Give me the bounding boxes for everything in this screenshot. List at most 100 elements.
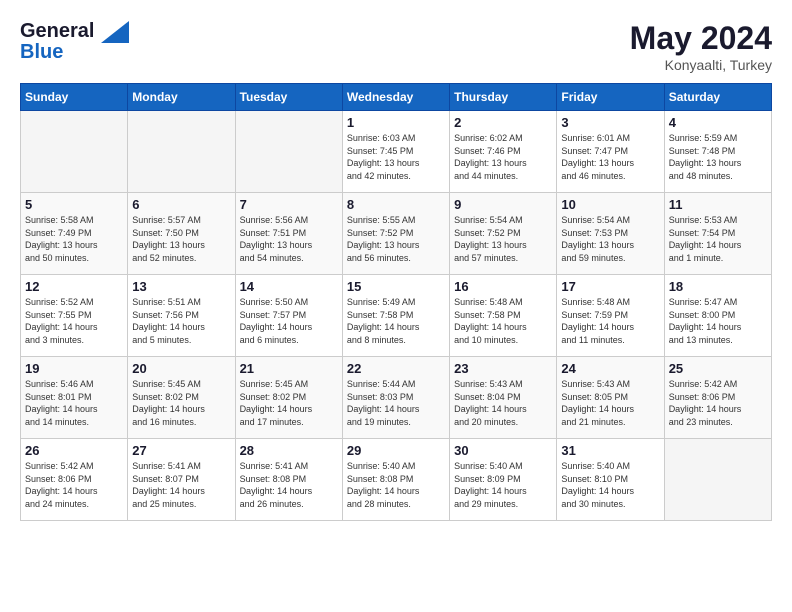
day-info: Sunrise: 5:51 AMSunset: 7:56 PMDaylight:… bbox=[132, 296, 230, 346]
day-info: Sunrise: 5:49 AMSunset: 7:58 PMDaylight:… bbox=[347, 296, 445, 346]
header-thursday: Thursday bbox=[450, 84, 557, 111]
calendar-cell bbox=[128, 111, 235, 193]
day-info: Sunrise: 6:01 AMSunset: 7:47 PMDaylight:… bbox=[561, 132, 659, 182]
day-info: Sunrise: 5:54 AMSunset: 7:53 PMDaylight:… bbox=[561, 214, 659, 264]
calendar-cell: 22 Sunrise: 5:44 AMSunset: 8:03 PMDayligh… bbox=[342, 357, 449, 439]
day-number: 13 bbox=[132, 279, 230, 294]
header-saturday: Saturday bbox=[664, 84, 771, 111]
day-info: Sunrise: 5:44 AMSunset: 8:03 PMDaylight:… bbox=[347, 378, 445, 428]
calendar-cell: 10 Sunrise: 5:54 AMSunset: 7:53 PMDayligh… bbox=[557, 193, 664, 275]
calendar-cell: 20 Sunrise: 5:45 AMSunset: 8:02 PMDayligh… bbox=[128, 357, 235, 439]
calendar-week-2: 5 Sunrise: 5:58 AMSunset: 7:49 PMDaylight… bbox=[21, 193, 772, 275]
day-info: Sunrise: 5:55 AMSunset: 7:52 PMDaylight:… bbox=[347, 214, 445, 264]
header-sunday: Sunday bbox=[21, 84, 128, 111]
day-info: Sunrise: 5:47 AMSunset: 8:00 PMDaylight:… bbox=[669, 296, 767, 346]
calendar-cell: 25 Sunrise: 5:42 AMSunset: 8:06 PMDayligh… bbox=[664, 357, 771, 439]
logo-blue: Blue bbox=[20, 41, 129, 64]
day-info: Sunrise: 5:40 AMSunset: 8:09 PMDaylight:… bbox=[454, 460, 552, 510]
day-number: 18 bbox=[669, 279, 767, 294]
day-number: 6 bbox=[132, 197, 230, 212]
day-number: 10 bbox=[561, 197, 659, 212]
day-info: Sunrise: 5:40 AMSunset: 8:10 PMDaylight:… bbox=[561, 460, 659, 510]
calendar-cell: 31 Sunrise: 5:40 AMSunset: 8:10 PMDayligh… bbox=[557, 439, 664, 521]
day-number: 24 bbox=[561, 361, 659, 376]
calendar-cell: 29 Sunrise: 5:40 AMSunset: 8:08 PMDayligh… bbox=[342, 439, 449, 521]
calendar-cell: 14 Sunrise: 5:50 AMSunset: 7:57 PMDayligh… bbox=[235, 275, 342, 357]
day-number: 12 bbox=[25, 279, 123, 294]
calendar-week-1: 1Sunrise: 6:03 AMSunset: 7:45 PMDaylight… bbox=[21, 111, 772, 193]
calendar-cell: 7 Sunrise: 5:56 AMSunset: 7:51 PMDaylight… bbox=[235, 193, 342, 275]
calendar-week-5: 26Sunrise: 5:42 AMSunset: 8:06 PMDayligh… bbox=[21, 439, 772, 521]
logo: General Blue bbox=[20, 20, 129, 64]
day-number: 19 bbox=[25, 361, 123, 376]
calendar-cell: 24 Sunrise: 5:43 AMSunset: 8:05 PMDayligh… bbox=[557, 357, 664, 439]
day-info: Sunrise: 5:43 AMSunset: 8:04 PMDaylight:… bbox=[454, 378, 552, 428]
day-number: 9 bbox=[454, 197, 552, 212]
day-info: Sunrise: 5:43 AMSunset: 8:05 PMDaylight:… bbox=[561, 378, 659, 428]
logo-text: General bbox=[20, 20, 129, 43]
day-info: Sunrise: 6:02 AMSunset: 7:46 PMDaylight:… bbox=[454, 132, 552, 182]
day-info: Sunrise: 5:46 AMSunset: 8:01 PMDaylight:… bbox=[25, 378, 123, 428]
day-number: 31 bbox=[561, 443, 659, 458]
day-number: 1 bbox=[347, 115, 445, 130]
calendar-cell: 5 Sunrise: 5:58 AMSunset: 7:49 PMDaylight… bbox=[21, 193, 128, 275]
day-number: 21 bbox=[240, 361, 338, 376]
day-number: 5 bbox=[25, 197, 123, 212]
day-number: 14 bbox=[240, 279, 338, 294]
calendar-cell: 4Sunrise: 5:59 AMSunset: 7:48 PMDaylight… bbox=[664, 111, 771, 193]
day-info: Sunrise: 5:59 AMSunset: 7:48 PMDaylight:… bbox=[669, 132, 767, 182]
day-info: Sunrise: 5:56 AMSunset: 7:51 PMDaylight:… bbox=[240, 214, 338, 264]
day-info: Sunrise: 5:45 AMSunset: 8:02 PMDaylight:… bbox=[132, 378, 230, 428]
day-info: Sunrise: 5:41 AMSunset: 8:08 PMDaylight:… bbox=[240, 460, 338, 510]
day-info: Sunrise: 5:48 AMSunset: 7:58 PMDaylight:… bbox=[454, 296, 552, 346]
day-number: 22 bbox=[347, 361, 445, 376]
day-number: 25 bbox=[669, 361, 767, 376]
calendar-cell bbox=[235, 111, 342, 193]
calendar-cell: 1Sunrise: 6:03 AMSunset: 7:45 PMDaylight… bbox=[342, 111, 449, 193]
calendar-table: Sunday Monday Tuesday Wednesday Thursday… bbox=[20, 83, 772, 521]
day-number: 26 bbox=[25, 443, 123, 458]
day-number: 2 bbox=[454, 115, 552, 130]
day-number: 27 bbox=[132, 443, 230, 458]
calendar-cell: 17 Sunrise: 5:48 AMSunset: 7:59 PMDayligh… bbox=[557, 275, 664, 357]
day-number: 23 bbox=[454, 361, 552, 376]
title-block: May 2024 Konyaalti, Turkey bbox=[630, 20, 772, 73]
day-info: Sunrise: 5:42 AMSunset: 8:06 PMDaylight:… bbox=[669, 378, 767, 428]
day-info: Sunrise: 5:48 AMSunset: 7:59 PMDaylight:… bbox=[561, 296, 659, 346]
day-number: 29 bbox=[347, 443, 445, 458]
calendar-cell: 16 Sunrise: 5:48 AMSunset: 7:58 PMDayligh… bbox=[450, 275, 557, 357]
day-info: Sunrise: 5:40 AMSunset: 8:08 PMDaylight:… bbox=[347, 460, 445, 510]
calendar-cell: 30Sunrise: 5:40 AMSunset: 8:09 PMDayligh… bbox=[450, 439, 557, 521]
day-number: 20 bbox=[132, 361, 230, 376]
day-number: 7 bbox=[240, 197, 338, 212]
calendar-cell: 3 Sunrise: 6:01 AMSunset: 7:47 PMDaylight… bbox=[557, 111, 664, 193]
header-monday: Monday bbox=[128, 84, 235, 111]
header-wednesday: Wednesday bbox=[342, 84, 449, 111]
day-number: 15 bbox=[347, 279, 445, 294]
day-number: 8 bbox=[347, 197, 445, 212]
day-number: 16 bbox=[454, 279, 552, 294]
header-tuesday: Tuesday bbox=[235, 84, 342, 111]
calendar-cell: 19 Sunrise: 5:46 AMSunset: 8:01 PMDayligh… bbox=[21, 357, 128, 439]
calendar-week-3: 12Sunrise: 5:52 AMSunset: 7:55 PMDayligh… bbox=[21, 275, 772, 357]
month-title: May 2024 bbox=[630, 20, 772, 57]
location-subtitle: Konyaalti, Turkey bbox=[630, 57, 772, 73]
day-info: Sunrise: 5:45 AMSunset: 8:02 PMDaylight:… bbox=[240, 378, 338, 428]
day-info: Sunrise: 5:53 AMSunset: 7:54 PMDaylight:… bbox=[669, 214, 767, 264]
calendar-cell: 11Sunrise: 5:53 AMSunset: 7:54 PMDayligh… bbox=[664, 193, 771, 275]
calendar-cell bbox=[21, 111, 128, 193]
calendar-cell: 13 Sunrise: 5:51 AMSunset: 7:56 PMDayligh… bbox=[128, 275, 235, 357]
day-number: 3 bbox=[561, 115, 659, 130]
day-info: Sunrise: 5:57 AMSunset: 7:50 PMDaylight:… bbox=[132, 214, 230, 264]
day-info: Sunrise: 5:54 AMSunset: 7:52 PMDaylight:… bbox=[454, 214, 552, 264]
header-friday: Friday bbox=[557, 84, 664, 111]
calendar-cell: 15 Sunrise: 5:49 AMSunset: 7:58 PMDayligh… bbox=[342, 275, 449, 357]
header-row: Sunday Monday Tuesday Wednesday Thursday… bbox=[21, 84, 772, 111]
calendar-cell: 8 Sunrise: 5:55 AMSunset: 7:52 PMDaylight… bbox=[342, 193, 449, 275]
day-info: Sunrise: 5:50 AMSunset: 7:57 PMDaylight:… bbox=[240, 296, 338, 346]
day-number: 17 bbox=[561, 279, 659, 294]
day-info: Sunrise: 5:58 AMSunset: 7:49 PMDaylight:… bbox=[25, 214, 123, 264]
calendar-cell bbox=[664, 439, 771, 521]
calendar-cell: 12Sunrise: 5:52 AMSunset: 7:55 PMDayligh… bbox=[21, 275, 128, 357]
calendar-cell: 28Sunrise: 5:41 AMSunset: 8:08 PMDayligh… bbox=[235, 439, 342, 521]
